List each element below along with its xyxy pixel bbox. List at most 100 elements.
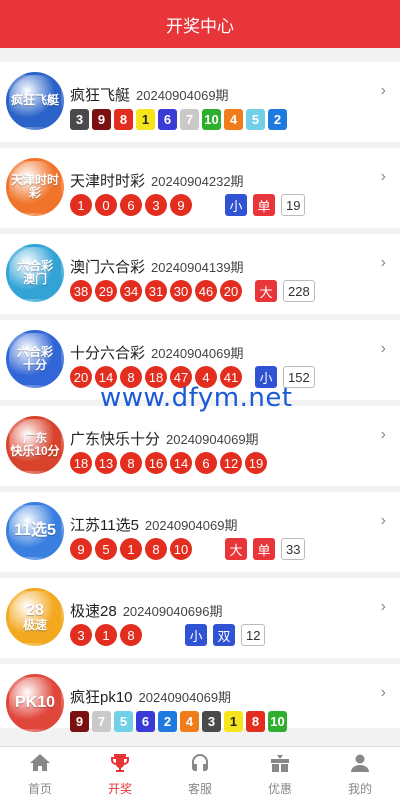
- number-square: 3: [70, 108, 89, 130]
- lottery-logo-text: PK10: [14, 694, 56, 712]
- tab-home[interactable]: 首页: [0, 747, 80, 800]
- number-square: 5: [246, 108, 265, 130]
- result-row: 9 5 1 8 10 大单 33: [70, 538, 306, 560]
- result-row: 1 0 6 3 9 小单 19: [70, 194, 306, 216]
- number-ball: 6: [120, 194, 142, 216]
- lottery-logo-text: 28: [26, 601, 44, 619]
- lottery-name: 江苏11选5: [70, 517, 139, 534]
- number-square: 9: [92, 108, 111, 130]
- chevron-right-icon[interactable]: ›: [381, 512, 386, 530]
- result-row: 38 29 34 31 30 46 20 大 228: [70, 280, 315, 302]
- lottery-logo: 疯狂飞艇: [6, 72, 64, 130]
- number-ball: 8: [120, 452, 142, 474]
- tab-user[interactable]: 我的: [320, 747, 400, 800]
- result-tag: 小: [185, 624, 207, 646]
- lottery-logo-text: 天津时时彩: [10, 172, 59, 200]
- sum-box: 228: [283, 280, 315, 302]
- number-square: 5: [114, 710, 133, 732]
- result-tag: 大: [225, 538, 247, 560]
- lottery-logo: 天津时时彩: [6, 158, 64, 216]
- lottery-name: 疯狂pk10: [70, 689, 133, 706]
- lottery-logo-text: 11选5: [14, 522, 56, 540]
- number-ball: 6: [195, 452, 217, 474]
- lottery-logo: 11选5: [6, 502, 64, 560]
- lottery-card[interactable]: 天津时时彩 天津时时彩 20240904232期 › 1 0 6 3 9 小单 19: [0, 148, 400, 228]
- tab-label: 客服: [187, 781, 212, 796]
- lottery-title: 澳门六合彩 20240904139期: [70, 256, 244, 277]
- result-tag: 大: [255, 280, 277, 302]
- chevron-right-icon[interactable]: ›: [381, 426, 386, 444]
- lottery-title: 疯狂飞艇 20240904069期: [70, 84, 229, 105]
- watermark: www.dfym.net: [100, 383, 293, 413]
- tab-gift[interactable]: 优惠: [240, 747, 320, 800]
- chevron-right-icon[interactable]: ›: [381, 82, 386, 100]
- gift-icon: [268, 751, 292, 780]
- bottom-tab-bar: 首页 开奖 客服 优惠 我的: [0, 746, 400, 800]
- number-ball: 10: [170, 538, 192, 560]
- chevron-right-icon[interactable]: ›: [381, 684, 386, 702]
- number-square: 10: [268, 710, 287, 732]
- chevron-right-icon[interactable]: ›: [381, 168, 386, 186]
- number-square: 4: [224, 108, 243, 130]
- number-ball: 3: [145, 194, 167, 216]
- tab-trophy[interactable]: 开奖: [80, 747, 160, 800]
- chevron-right-icon[interactable]: ›: [381, 340, 386, 358]
- lottery-card[interactable]: 28 极速 极速28 202409040696期 › 3 1 8 小双 12: [0, 578, 400, 658]
- result-tag: 单: [253, 194, 275, 216]
- number-square: 2: [268, 108, 287, 130]
- home-icon: [28, 751, 52, 780]
- sum-box: 19: [281, 194, 306, 216]
- page-title: 开奖中心: [166, 16, 234, 36]
- result-row: 3 9 8 1 6 7 10 4 5 2: [70, 108, 290, 130]
- result-row: 9 7 5 6 2 4 3 1 8 10: [70, 710, 290, 732]
- lottery-card[interactable]: 11选5 江苏11选5 20240904069期 › 9 5 1 8 10 大单 33: [0, 492, 400, 572]
- number-ball: 5: [95, 538, 117, 560]
- number-square: 3: [202, 710, 221, 732]
- number-ball: 38: [70, 280, 92, 302]
- result-row: 18 13 8 16 14 6 12 19: [70, 452, 270, 474]
- lottery-card[interactable]: PK10 疯狂pk10 20240904069期 › 9 7 5 6 2 4 3 1 8 10: [0, 664, 400, 732]
- result-row: 3 1 8 小双 12: [70, 624, 266, 646]
- number-square: 6: [158, 108, 177, 130]
- lottery-title: 江苏11选5 20240904069期: [70, 514, 237, 535]
- number-ball: 13: [95, 452, 117, 474]
- number-square: 7: [92, 710, 111, 732]
- lottery-logo-text: 快乐10分: [10, 444, 60, 458]
- lottery-card[interactable]: 六合彩 澳门 澳门六合彩 20240904139期 › 38 29 34 31 30 46 20 大 22…: [0, 234, 400, 314]
- number-ball: 1: [120, 538, 142, 560]
- user-icon: [348, 751, 372, 780]
- number-ball: 1: [95, 624, 117, 646]
- lottery-title: 十分六合彩 20240904069期: [70, 342, 244, 363]
- lottery-logo-text: 极速: [22, 618, 47, 633]
- lottery-logo: PK10: [6, 674, 64, 732]
- number-ball: 8: [120, 624, 142, 646]
- lottery-issue: 202409040696期: [122, 604, 223, 619]
- lottery-name: 十分六合彩: [70, 345, 146, 362]
- lottery-card[interactable]: 疯狂飞艇 疯狂飞艇 20240904069期 › 3 9 8 1 6 7 10 4 5 2: [0, 62, 400, 142]
- number-ball: 20: [220, 280, 242, 302]
- number-ball: 31: [145, 280, 167, 302]
- lottery-name: 疯狂飞艇: [70, 87, 131, 104]
- number-square: 7: [180, 108, 199, 130]
- lottery-title: 广东快乐十分 20240904069期: [70, 428, 259, 449]
- number-ball: 16: [145, 452, 167, 474]
- headset-icon: [188, 751, 212, 780]
- lottery-issue: 20240904069期: [151, 346, 244, 361]
- page-header: 开奖中心: [0, 0, 400, 48]
- lottery-logo-text: 澳门: [22, 272, 47, 286]
- number-ball: 9: [70, 538, 92, 560]
- lottery-title: 天津时时彩 20240904232期: [70, 170, 244, 191]
- chevron-right-icon[interactable]: ›: [381, 254, 386, 272]
- number-square: 2: [158, 710, 177, 732]
- number-ball: 18: [70, 452, 92, 474]
- chevron-right-icon[interactable]: ›: [381, 598, 386, 616]
- tab-label: 开奖: [107, 781, 132, 796]
- lottery-name: 广东快乐十分: [70, 431, 161, 448]
- number-ball: 34: [120, 280, 142, 302]
- lottery-card[interactable]: 广东 快乐10分 广东快乐十分 20240904069期 › 18 13 8 16 14 6 12 19: [0, 406, 400, 486]
- tab-headset[interactable]: 客服: [160, 747, 240, 800]
- lottery-title: 疯狂pk10 20240904069期: [70, 686, 231, 707]
- lottery-issue: 20240904069期: [138, 690, 232, 705]
- lottery-name: 澳门六合彩: [70, 259, 146, 276]
- number-ball: 0: [95, 194, 117, 216]
